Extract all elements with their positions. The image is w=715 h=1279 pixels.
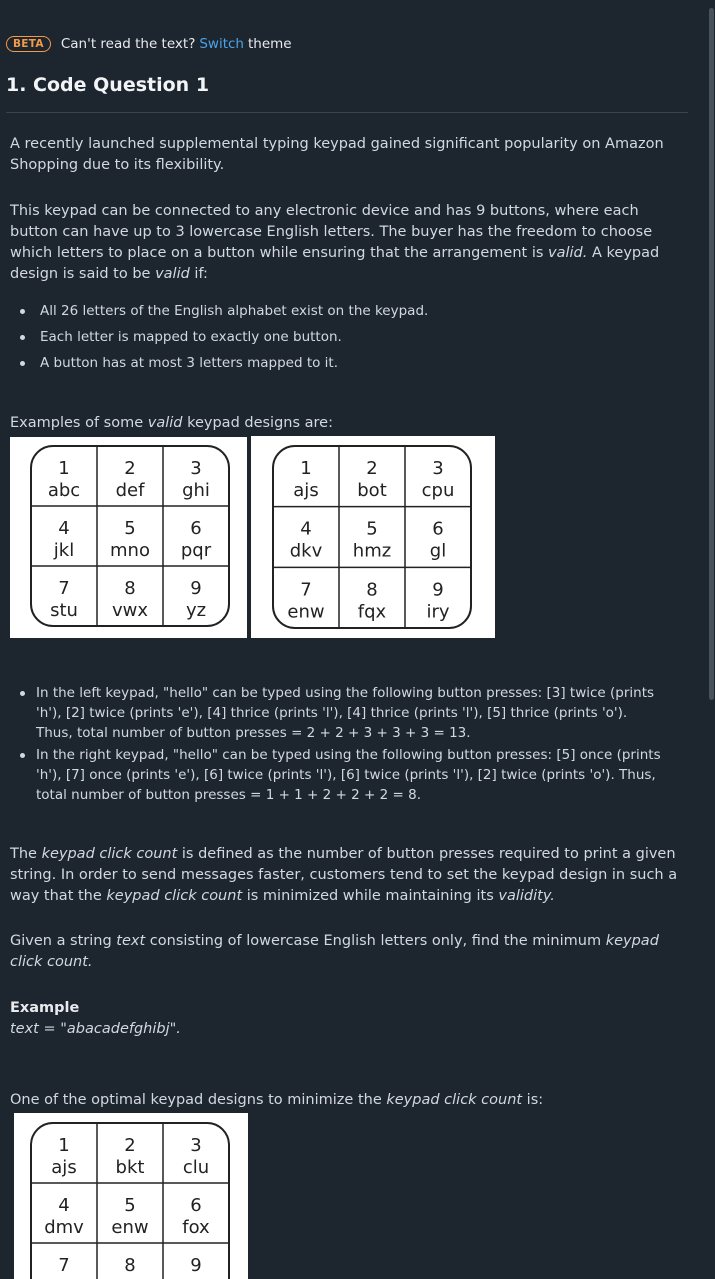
keypad-right-key-letters: hmz bbox=[353, 541, 391, 562]
keypad-right-key-letters: iry bbox=[426, 601, 449, 622]
keypad-optimal-key-letters: fox bbox=[182, 1217, 210, 1238]
keypad-optimal-key-letters: dmv bbox=[44, 1217, 84, 1238]
list-item: A button has at most 3 letters mapped to… bbox=[18, 353, 683, 374]
keypad-optimal-key-number: 1 bbox=[58, 1135, 69, 1156]
banner-text: Can't read the text? bbox=[60, 36, 196, 52]
banner-text-after: theme bbox=[248, 36, 292, 52]
keypad-left-key-number: 3 bbox=[190, 458, 201, 479]
keypad-left-key-letters: yz bbox=[186, 600, 206, 621]
keypad-right-key-number: 6 bbox=[432, 519, 443, 540]
scrollbar[interactable] bbox=[707, 0, 715, 1279]
keypad-right-key-number: 5 bbox=[366, 519, 377, 540]
keypad-optimal-key-letters: ajs bbox=[51, 1157, 76, 1178]
beta-badge: BETA bbox=[6, 36, 51, 52]
keypad-left-key-number: 2 bbox=[124, 458, 135, 479]
keypad-left-key-number: 7 bbox=[58, 578, 69, 599]
keypad-right-key-letters: cpu bbox=[422, 480, 455, 501]
keypad-left-image: 1 abc 2 def 3 ghi 4 jkl 5 mno 6 pqr 7 stu 8 vwx 9 yz bbox=[10, 437, 247, 638]
keypad-optimal-image: 1 ajs 2 bkt 3 clu 4 dmv 5 enw 6 fox 7 8 9 bbox=[14, 1113, 248, 1279]
keypad-left-key-number: 4 bbox=[58, 518, 69, 539]
description-paragraph: This keypad can be connected to any elec… bbox=[10, 203, 660, 282]
example-text: text = "abacadefghibj". bbox=[10, 1021, 181, 1037]
keypad-optimal-key-number: 6 bbox=[190, 1195, 201, 1216]
task-paragraph: Given a string text consisting of lowerc… bbox=[10, 933, 659, 970]
keypad-left-key-letters: pqr bbox=[181, 540, 212, 561]
examples-heading: Examples of some valid keypad designs ar… bbox=[10, 415, 333, 431]
example-label: Example bbox=[10, 1000, 80, 1016]
keypad-optimal-key-number: 8 bbox=[124, 1255, 135, 1276]
list-item: In the right keypad, "hello" can be type… bbox=[18, 745, 668, 805]
keypad-right-key-number: 7 bbox=[300, 579, 311, 600]
keypad-right-key-letters: gl bbox=[430, 541, 446, 562]
keypad-right-key-number: 2 bbox=[366, 458, 377, 479]
keypad-right-key-number: 9 bbox=[432, 579, 443, 600]
keypad-left-key-letters: stu bbox=[50, 600, 78, 621]
keypad-right-key-letters: dkv bbox=[290, 541, 323, 562]
keypad-optimal-key-number: 3 bbox=[190, 1135, 201, 1156]
list-item: Each letter is mapped to exactly one but… bbox=[18, 327, 683, 348]
rules-list: All 26 letters of the English alphabet e… bbox=[18, 301, 683, 374]
keypad-left-key-letters: abc bbox=[48, 480, 80, 501]
keypad-optimal-key-number: 2 bbox=[124, 1135, 135, 1156]
keypad-left-key-letters: vwx bbox=[112, 600, 148, 621]
scrollbar-thumb[interactable] bbox=[709, 8, 714, 700]
keypad-right-key-letters: fqx bbox=[358, 601, 387, 622]
keypad-left-key-letters: mno bbox=[110, 540, 150, 561]
keypad-optimal-key-number: 9 bbox=[190, 1255, 201, 1276]
keypad-right-key-letters: ajs bbox=[293, 480, 318, 501]
keypad-right-key-letters: enw bbox=[287, 601, 324, 622]
keypad-right-key-number: 8 bbox=[366, 579, 377, 600]
keypad-left-key-number: 8 bbox=[124, 578, 135, 599]
keypad-optimal-key-letters: enw bbox=[111, 1217, 148, 1238]
keypad-optimal-key-number: 7 bbox=[58, 1255, 69, 1276]
keypad-right-key-number: 1 bbox=[300, 458, 311, 479]
list-item: In the left keypad, "hello" can be typed… bbox=[18, 683, 668, 743]
list-item: All 26 letters of the English alphabet e… bbox=[18, 301, 683, 322]
keypad-left-key-letters: def bbox=[116, 480, 146, 501]
keypad-left-key-letters: ghi bbox=[182, 480, 210, 501]
keypad-optimal-key-number: 5 bbox=[124, 1195, 135, 1216]
keypad-optimal-key-letters: bkt bbox=[116, 1157, 145, 1178]
keypad-right-key-number: 4 bbox=[300, 519, 311, 540]
switch-theme-link[interactable]: Switch bbox=[199, 36, 244, 52]
explanations-list: In the left keypad, "hello" can be typed… bbox=[18, 683, 668, 808]
keypad-optimal-key-letters: clu bbox=[183, 1157, 209, 1178]
example-block: Example text = "abacadefghibj". bbox=[10, 998, 685, 1040]
keypad-right-key-number: 3 bbox=[432, 458, 443, 479]
intro-paragraph: A recently launched supplemental typing … bbox=[10, 136, 664, 173]
question-title: 1. Code Question 1 bbox=[6, 74, 210, 96]
keypad-optimal-key-number: 4 bbox=[58, 1195, 69, 1216]
keypad-left-key-number: 1 bbox=[58, 458, 69, 479]
theme-banner: BETA Can't read the text? Switch theme bbox=[6, 34, 292, 54]
keypad-right-image: 1 ajs 2 bot 3 cpu 4 dkv 5 hmz 6 gl 7 enw 8 fqx 9 iry bbox=[251, 436, 495, 638]
divider bbox=[6, 112, 688, 113]
keypad-right-key-letters: bot bbox=[357, 480, 387, 501]
keypad-left-key-number: 5 bbox=[124, 518, 135, 539]
click-count-paragraph: The keypad click count is defined as the… bbox=[10, 846, 678, 904]
keypad-left-key-letters: jkl bbox=[53, 540, 74, 561]
optimal-heading: One of the optimal keypad designs to min… bbox=[10, 1092, 544, 1108]
keypad-left-key-number: 6 bbox=[190, 518, 201, 539]
keypad-left-key-number: 9 bbox=[190, 578, 201, 599]
